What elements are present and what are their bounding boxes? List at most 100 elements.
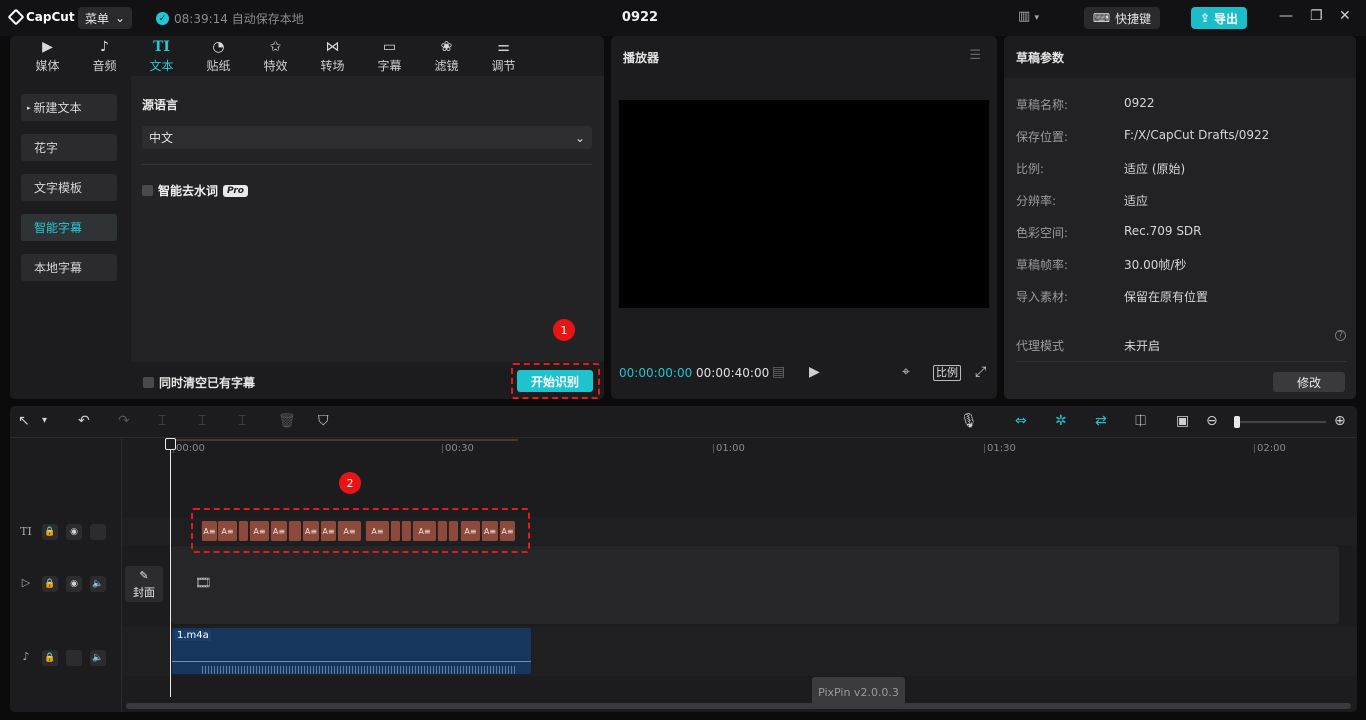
- speaker-icon[interactable]: 🔈: [90, 576, 106, 592]
- empty-slot: [90, 524, 106, 540]
- edit-pencil-icon: ✎: [139, 568, 149, 582]
- source-language-select[interactable]: 中文 ⌄: [142, 126, 592, 149]
- sidebar-item-label: 花字: [34, 141, 59, 155]
- redo-icon[interactable]: ↷: [118, 413, 130, 429]
- hamburger-menu-icon[interactable]: ☰: [969, 48, 981, 63]
- sidebar-item-auto-captions[interactable]: 智能字幕: [21, 214, 117, 241]
- eye-icon[interactable]: ◉: [66, 576, 82, 592]
- chevron-down-icon: ⌄: [574, 130, 585, 145]
- scrollbar-thumb[interactable]: [126, 703, 1351, 709]
- tab-text[interactable]: TI 文本: [133, 36, 190, 76]
- auto-snap-icon[interactable]: ✲: [1055, 413, 1067, 429]
- trim-left-icon[interactable]: ⌶: [198, 413, 206, 429]
- filler-words-option[interactable]: 智能去水词 Pro: [142, 182, 248, 199]
- sidebar-item-text-template[interactable]: 文字模板: [21, 174, 117, 201]
- tab-audio[interactable]: ♪ 音频: [76, 36, 133, 76]
- tab-media[interactable]: ▶ 媒体: [19, 36, 76, 76]
- split-icon[interactable]: ⌶: [158, 413, 166, 429]
- param-key: 草稿名称:: [1016, 98, 1069, 112]
- cover-button[interactable]: ✎ 封面: [125, 566, 163, 602]
- param-key: 分辨率:: [1016, 194, 1057, 208]
- ruler-tick: [442, 444, 443, 453]
- screenshot-icon[interactable]: ⌖: [902, 364, 910, 380]
- linkage-icon[interactable]: ⇄: [1095, 413, 1107, 429]
- chevron-down-icon[interactable]: ▾: [42, 415, 47, 426]
- tab-filter[interactable]: ❀ 滤镜: [418, 36, 475, 76]
- aspect-ratio-button[interactable]: 比例: [933, 365, 961, 381]
- main-menu-button[interactable]: 菜单 ⌄: [78, 7, 132, 29]
- restore-icon[interactable]: ❐: [1310, 8, 1323, 24]
- track-headers: TI 🔒 ◉ ▷ 🔒 ◉ 🔈 ♪ 🔒 🔈: [10, 439, 122, 712]
- trim-right-icon[interactable]: ⌶: [238, 413, 246, 429]
- zoom-slider[interactable]: [1238, 421, 1326, 423]
- sidebar-item-fancy-text[interactable]: 花字: [21, 134, 117, 161]
- modify-button[interactable]: 修改: [1273, 372, 1345, 392]
- pro-badge: Pro: [223, 184, 248, 197]
- export-button[interactable]: ⇪ 导出: [1191, 7, 1247, 29]
- play-icon[interactable]: ▶: [809, 364, 820, 380]
- clear-existing-option[interactable]: 同时清空已有字幕: [143, 374, 255, 391]
- lock-icon[interactable]: 🔒: [42, 524, 58, 540]
- audio-track-icon: ♪: [22, 650, 30, 663]
- eye-icon[interactable]: ◉: [66, 524, 82, 540]
- ruler-label: 02:00: [1257, 443, 1286, 454]
- playhead-line[interactable]: [170, 439, 171, 697]
- delete-icon[interactable]: 🗑: [278, 413, 296, 429]
- select-cursor-icon[interactable]: ↖: [18, 413, 30, 429]
- tab-label: 特效: [263, 58, 288, 73]
- sidebar-item-local-captions[interactable]: 本地字幕: [21, 254, 117, 281]
- timeline-toolbar: ↖ ▾ ↶ ↷ ⌶ ⌶ ⌶ 🗑 ⛉ 🎙 ⇔ ✲ ⇄ ⎅ ▣ ⊖ ⊕: [10, 406, 1357, 438]
- undo-icon[interactable]: ↶: [78, 413, 90, 429]
- filler-words-checkbox[interactable]: [142, 185, 153, 196]
- clear-existing-checkbox[interactable]: [143, 377, 154, 388]
- tab-effects[interactable]: ✩ 特效: [247, 36, 304, 76]
- filler-words-label: 智能去水词: [158, 184, 219, 198]
- main-track-magnet-icon[interactable]: ⇔: [1015, 413, 1027, 429]
- tab-label: 转场: [320, 58, 345, 73]
- shortcut-button[interactable]: ⌨ 快捷键: [1084, 7, 1160, 29]
- zoom-slider-handle[interactable]: [1234, 416, 1240, 428]
- chevron-down-icon: ⌄: [114, 11, 126, 25]
- captions-icon: ▭: [382, 38, 397, 55]
- layout-menu-button[interactable]: ▥ ▾: [1018, 9, 1039, 24]
- video-preview[interactable]: [619, 100, 989, 308]
- tab-transition[interactable]: ⋈ 转场: [304, 36, 361, 76]
- audio-clip[interactable]: 1.m4a: [172, 628, 531, 674]
- main-video-track[interactable]: [171, 546, 1339, 624]
- sidebar-item-new-text[interactable]: ▸ 新建文本: [21, 94, 117, 121]
- lock-icon[interactable]: 🔒: [42, 576, 58, 592]
- zoom-in-icon[interactable]: ⊕: [1334, 413, 1346, 429]
- waveform-list-icon[interactable]: ▤: [772, 364, 785, 380]
- timeline-scrollbar[interactable]: [122, 703, 1357, 709]
- param-key: 代理模式: [1016, 339, 1065, 353]
- audio-waveform: [202, 666, 517, 674]
- close-icon[interactable]: ✕: [1339, 8, 1351, 24]
- minimize-icon[interactable]: —: [1279, 8, 1293, 24]
- param-key: 保存位置:: [1016, 130, 1069, 144]
- fullscreen-icon[interactable]: ⤢: [975, 364, 986, 380]
- tab-captions[interactable]: ▭ 字幕: [361, 36, 418, 76]
- text-sidebar: ▸ 新建文本 花字 文字模板 智能字幕 本地字幕: [10, 76, 130, 399]
- player-title: 播放器: [623, 51, 660, 65]
- highlight-box-2: [191, 508, 530, 553]
- text-track-icon: TI: [20, 525, 32, 538]
- lock-icon[interactable]: 🔒: [42, 650, 58, 666]
- playhead-handle[interactable]: [165, 438, 176, 450]
- split-preview-icon[interactable]: ⎅: [1135, 413, 1146, 429]
- help-icon[interactable]: ?: [1335, 330, 1346, 341]
- preview-axis-icon[interactable]: ▣: [1176, 413, 1189, 429]
- microphone-icon[interactable]: 🎙: [960, 413, 978, 429]
- video-track-icon: ▷: [21, 576, 31, 589]
- tab-sticker[interactable]: ◔ 贴纸: [190, 36, 247, 76]
- current-timecode: 00:00:00:00: [619, 366, 693, 380]
- source-language-label: 源语言: [142, 98, 179, 112]
- zoom-out-icon[interactable]: ⊖: [1206, 413, 1218, 429]
- marker-icon[interactable]: ⛉: [318, 413, 329, 429]
- caret-right-icon: ▸: [27, 103, 31, 112]
- param-value: 未开启: [1124, 339, 1161, 353]
- annotation-marker-2: 2: [339, 472, 361, 494]
- param-row: 比例: 适应 (原始): [1016, 160, 1185, 177]
- audio-icon: ♪: [100, 38, 109, 55]
- speaker-icon[interactable]: 🔈: [90, 650, 106, 666]
- tab-adjust[interactable]: ⚌ 调节: [475, 36, 532, 76]
